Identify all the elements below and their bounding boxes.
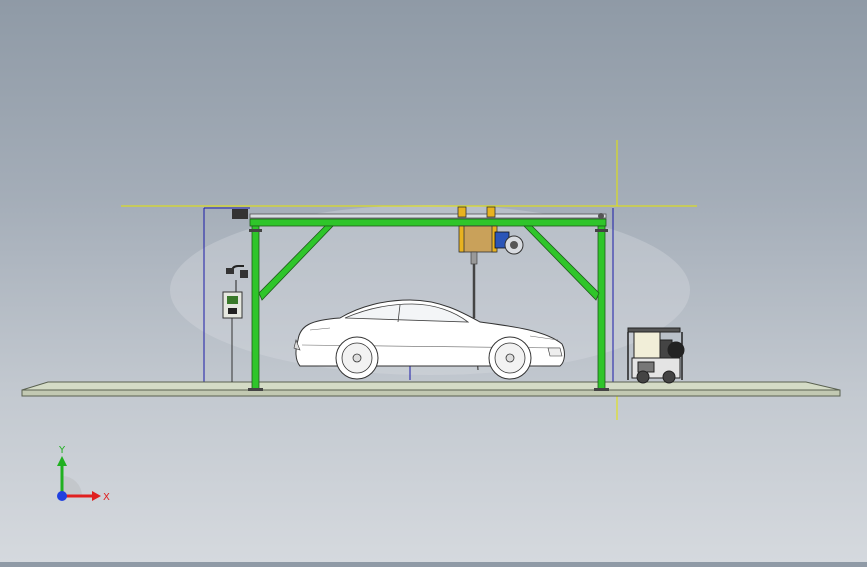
z-axis-dot bbox=[57, 491, 67, 501]
left-foot bbox=[248, 388, 263, 391]
left-leg bbox=[251, 225, 260, 391]
x-axis-arrow bbox=[92, 491, 101, 501]
floor-slab[interactable] bbox=[21, 381, 841, 397]
left-leg-cap bbox=[249, 229, 262, 232]
pressure-washer[interactable] bbox=[627, 327, 685, 384]
x-axis-label: X bbox=[103, 492, 110, 503]
model-view[interactable] bbox=[0, 0, 867, 562]
orientation-triad: Y X bbox=[40, 440, 120, 510]
right-leg-cap bbox=[595, 229, 608, 232]
cad-viewport[interactable] bbox=[0, 0, 867, 562]
top-rail bbox=[249, 213, 607, 219]
rail-end-right bbox=[598, 213, 604, 219]
main-beam bbox=[249, 218, 607, 227]
y-axis-arrow bbox=[57, 456, 67, 466]
triad-graphic: Y X bbox=[57, 445, 110, 503]
y-axis-label: Y bbox=[58, 445, 66, 456]
right-leg bbox=[597, 225, 606, 391]
washer-wheel-front bbox=[636, 370, 650, 384]
washer-wheel-rear bbox=[662, 370, 676, 384]
panel-box bbox=[222, 291, 243, 319]
carriage-housing bbox=[459, 225, 497, 253]
rail-end-block-left bbox=[232, 209, 248, 219]
washer-tank bbox=[633, 331, 661, 359]
right-foot bbox=[594, 388, 609, 391]
